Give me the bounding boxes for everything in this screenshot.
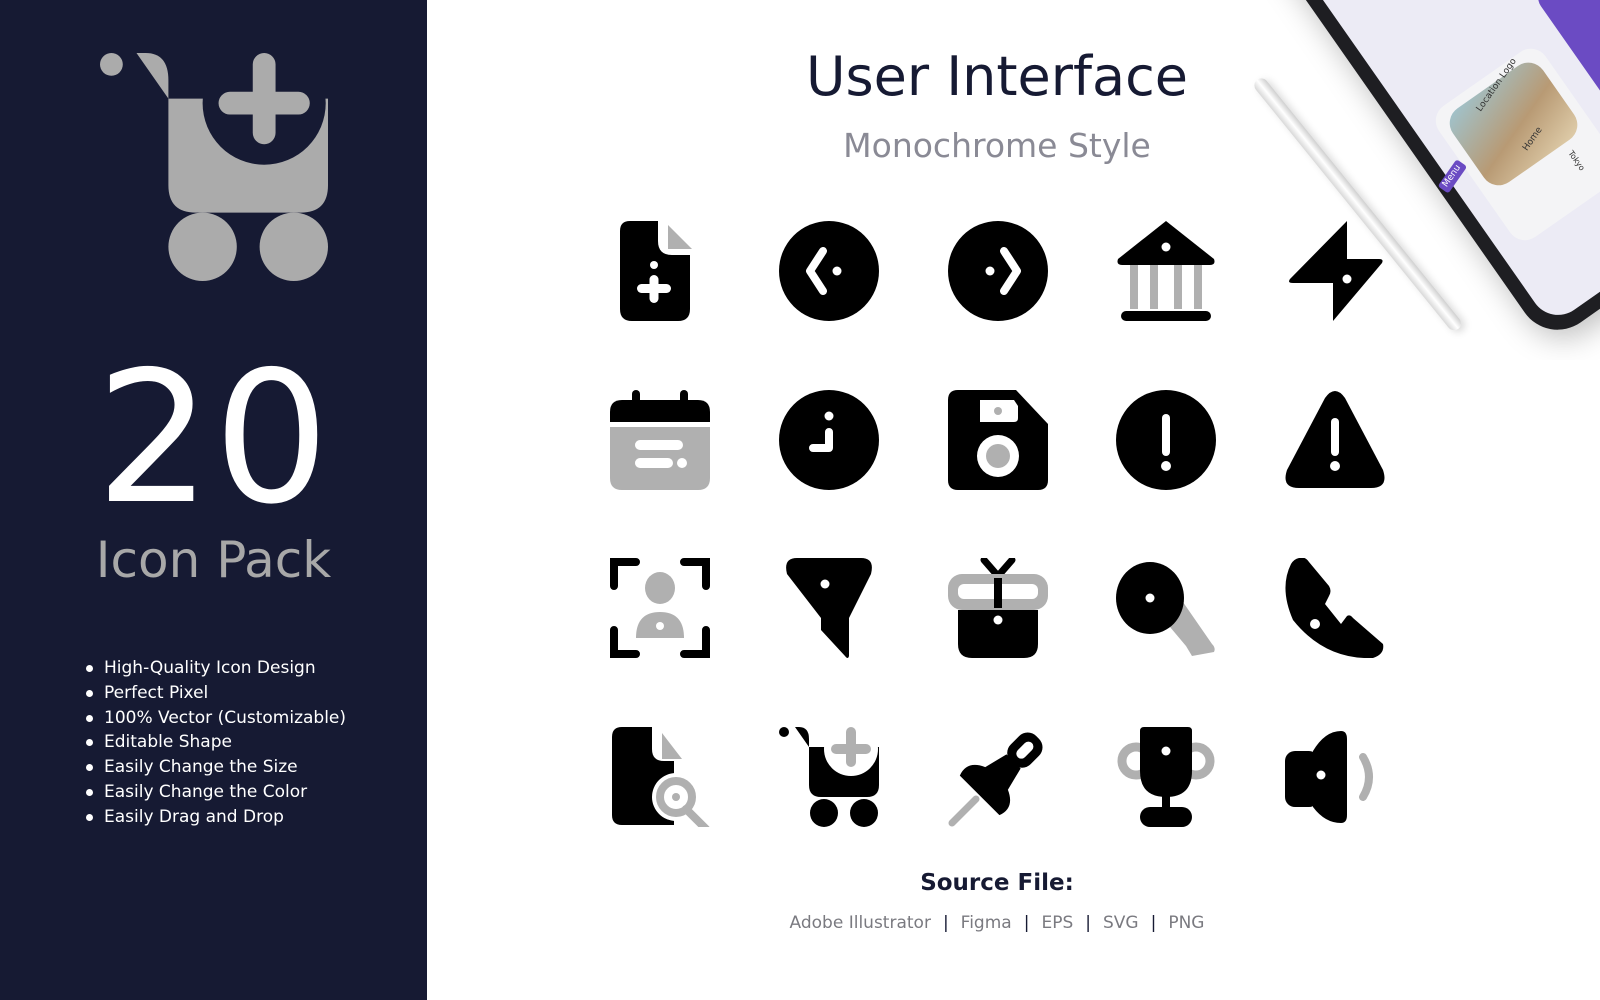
pack-label: Icon Pack (95, 531, 332, 589)
feature-item: 100% Vector (Customizable) (86, 706, 346, 731)
format-item: SVG (1102, 913, 1139, 933)
feature-item: Easily Change the Size (86, 755, 346, 780)
key-icon (1116, 558, 1216, 658)
source-file-label: Source File: (920, 870, 1074, 896)
feature-item: Easily Change the Color (86, 780, 346, 805)
separator: | (1085, 913, 1091, 933)
file-search-icon (610, 727, 710, 827)
page-subtitle: Monochrome Style (843, 126, 1151, 165)
circle-chevron-right-icon (948, 221, 1048, 321)
pushpin-icon (948, 727, 1048, 827)
left-panel: 20 Icon Pack High-Quality Icon Design Pe… (0, 0, 427, 1000)
cart-plus-icon (100, 53, 328, 281)
page-title: User Interface (805, 45, 1188, 108)
format-item: Figma (960, 913, 1012, 933)
file-plus-icon (610, 221, 710, 321)
format-item: EPS (1041, 913, 1074, 933)
feature-item: Editable Shape (86, 730, 346, 755)
phone-icon (1285, 558, 1385, 658)
speaker-icon (1285, 727, 1385, 827)
separator: | (942, 913, 949, 933)
scan-user-icon (610, 558, 710, 658)
separator: | (1023, 913, 1030, 933)
feature-item: High-Quality Icon Design (86, 656, 346, 681)
feature-item: Easily Drag and Drop (86, 805, 346, 830)
clock-icon (779, 390, 879, 490)
cart-plus-icon (779, 727, 879, 827)
filter-icon (779, 558, 879, 658)
format-item: Adobe Illustrator (789, 913, 931, 933)
format-list: Adobe Illustrator | Figma | EPS | SVG | PNG (700, 910, 1294, 936)
floppy-disk-icon (948, 390, 1048, 490)
separator: | (1150, 913, 1157, 933)
bank-icon (1116, 221, 1216, 321)
feature-list: High-Quality Icon Design Perfect Pixel 1… (86, 656, 346, 830)
lightning-icon (1285, 221, 1385, 321)
alert-circle-icon (1116, 390, 1216, 490)
circle-chevron-left-icon (779, 221, 879, 321)
trophy-icon (1116, 727, 1216, 827)
format-item: PNG (1168, 913, 1205, 933)
warning-triangle-icon (1285, 390, 1385, 490)
feature-item: Perfect Pixel (86, 681, 346, 706)
calendar-icon (610, 390, 710, 490)
icon-count: 20 (95, 332, 332, 544)
gift-icon (948, 558, 1048, 658)
